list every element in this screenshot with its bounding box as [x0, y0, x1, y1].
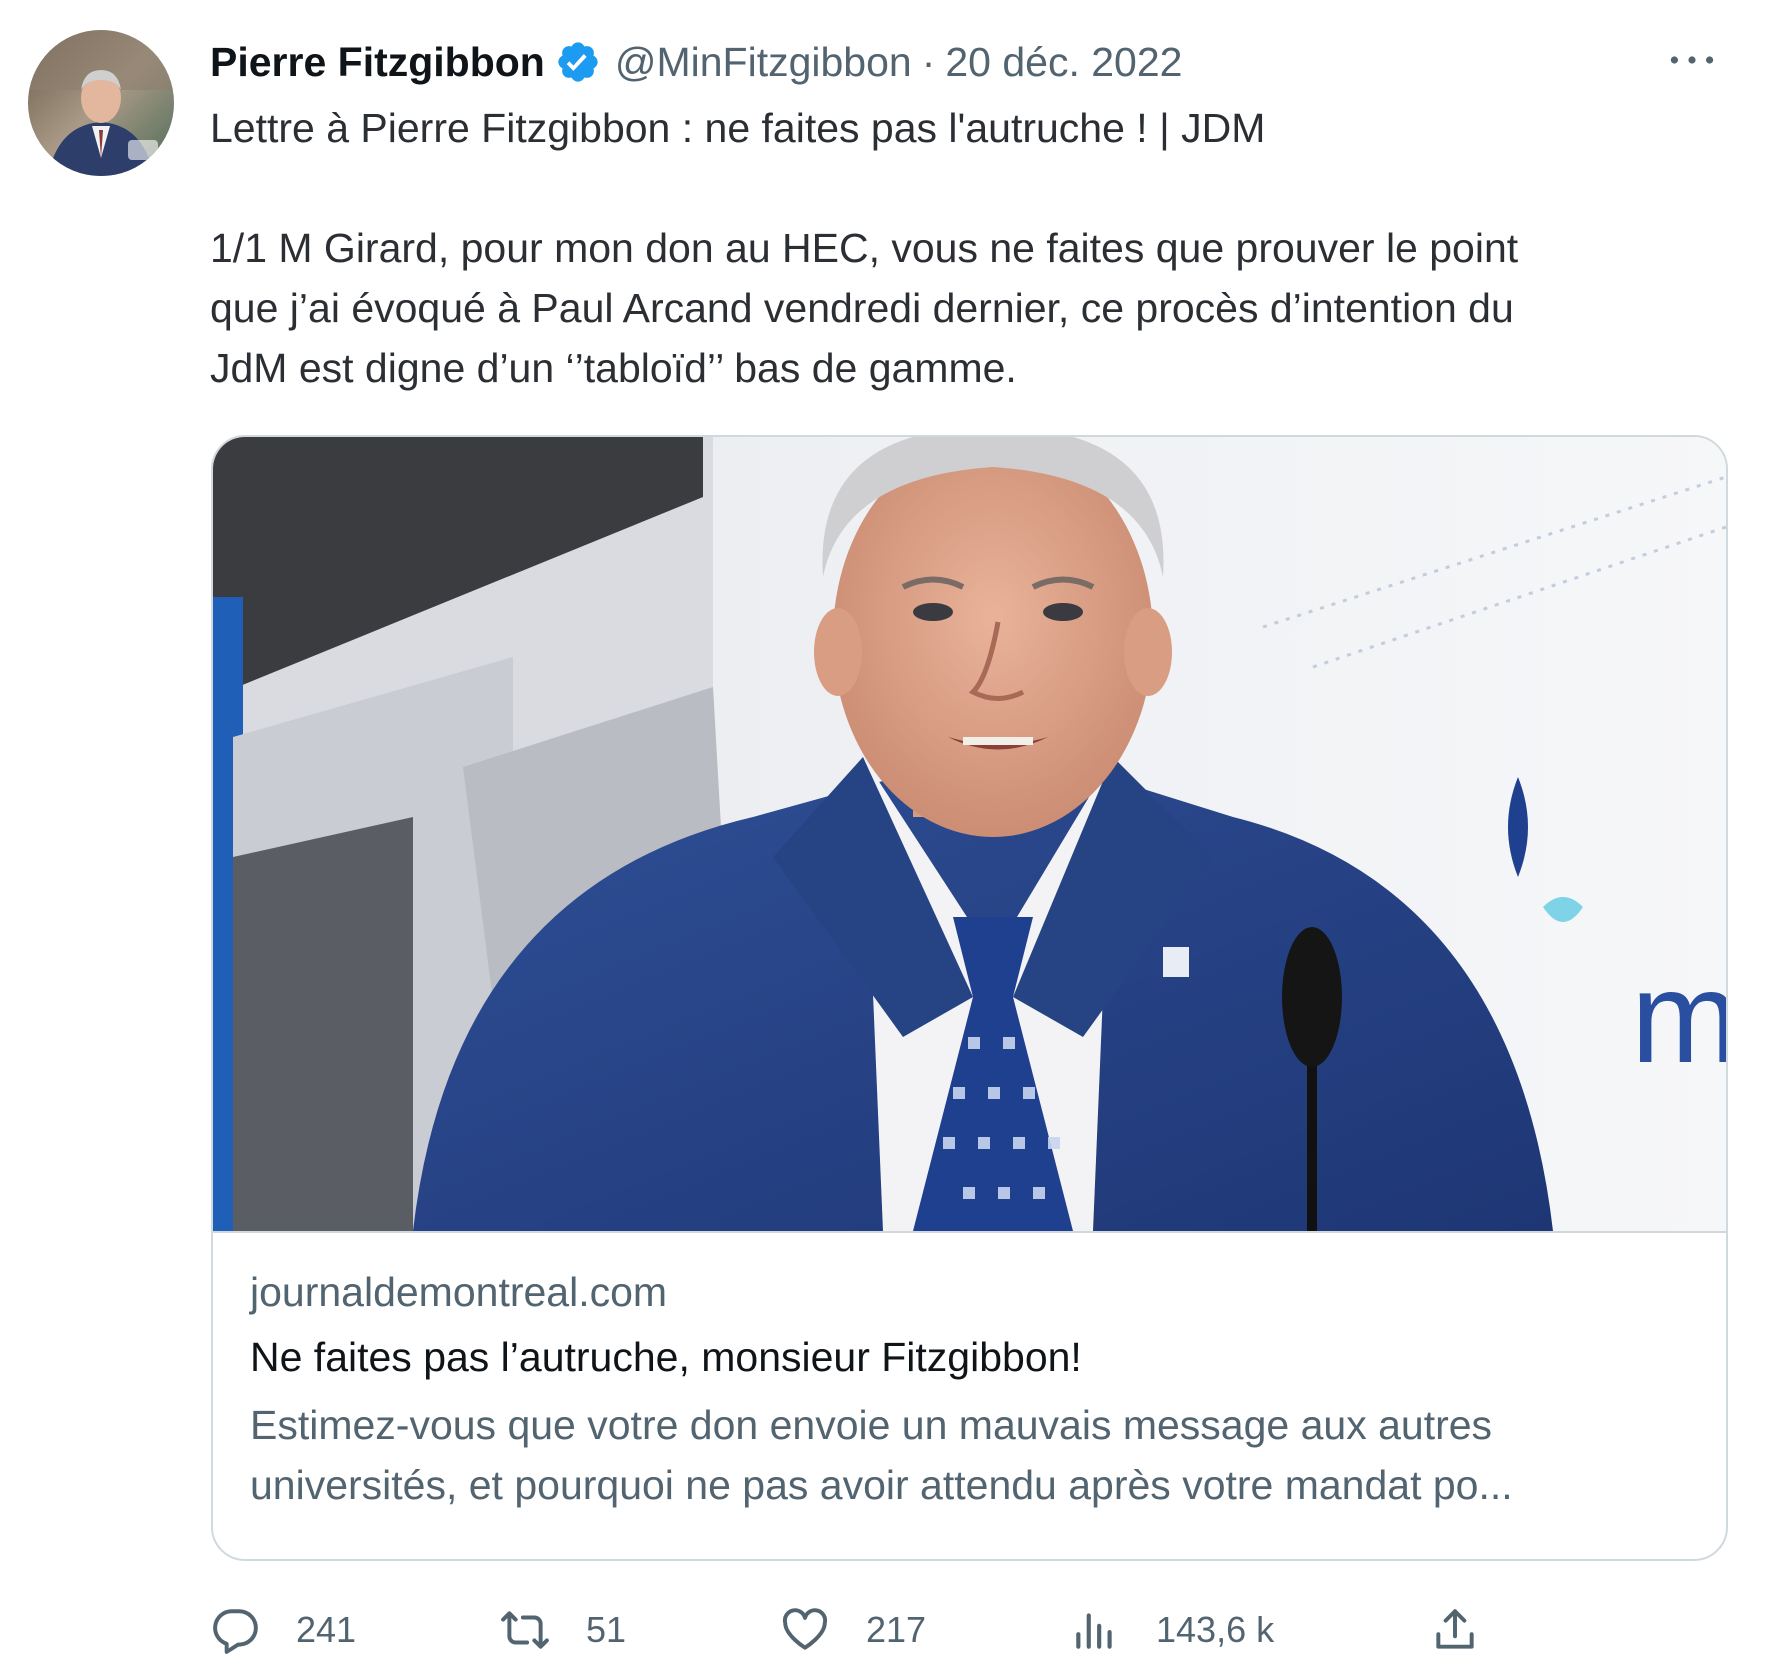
verified-badge-icon — [555, 39, 601, 85]
link-card-description-line: universités, et pourquoi ne pas avoir at… — [250, 1462, 1513, 1508]
heart-icon — [782, 1608, 828, 1650]
retweet-button[interactable]: 51 — [500, 1600, 626, 1660]
views-count: 143,6 k — [1156, 1609, 1275, 1650]
retweet-icon — [501, 1611, 549, 1649]
link-card-domain: journaldemontreal.com — [250, 1269, 668, 1315]
link-card-title: Ne faites pas l’autruche, monsieur Fitzg… — [250, 1334, 1082, 1380]
tweet[interactable]: Pierre Fitzgibbon @MinFitzgibbon · 20 dé… — [0, 0, 1766, 1677]
avatar-image — [28, 30, 174, 176]
link-card-description: Estimez-vous que votre don envoie un mau… — [250, 1395, 1690, 1515]
tweet-actions: 241 51 217 143,6 k — [210, 1600, 1510, 1660]
more-horizontal-icon — [1670, 56, 1714, 64]
partial-logo-text: me — [1631, 944, 1726, 1090]
handle[interactable]: @MinFitzgibbon — [615, 39, 912, 86]
views-button[interactable]: 143,6 k — [1070, 1600, 1274, 1660]
tweet-text-line: Lettre à Pierre Fitzgibbon : ne faites p… — [210, 105, 1266, 151]
share-button[interactable] — [1430, 1600, 1516, 1660]
article-photo: me — [213, 437, 1726, 1231]
header-separator: · — [921, 38, 936, 85]
display-name[interactable]: Pierre Fitzgibbon — [210, 39, 545, 86]
link-card-description-line: Estimez-vous que votre don envoie un mau… — [250, 1402, 1493, 1448]
more-options-button[interactable] — [1662, 30, 1722, 90]
like-button[interactable]: 217 — [780, 1600, 926, 1660]
retweet-count: 51 — [586, 1609, 627, 1650]
tweet-text: Lettre à Pierre Fitzgibbon : ne faites p… — [210, 98, 1700, 398]
reply-button[interactable]: 241 — [210, 1600, 356, 1660]
tweet-header: Pierre Fitzgibbon @MinFitzgibbon · 20 dé… — [210, 30, 1182, 94]
timestamp[interactable]: 20 déc. 2022 — [945, 39, 1182, 86]
avatar[interactable] — [28, 30, 174, 176]
tweet-text-line: 1/1 M Girard, pour mon don au HEC, vous … — [210, 225, 1519, 271]
link-card-image[interactable]: me — [213, 437, 1726, 1233]
link-card[interactable]: me — [211, 435, 1728, 1561]
analytics-icon — [1076, 1613, 1112, 1649]
tweet-text-line: JdM est digne d’un ‘’tabloïd’’ bas de ga… — [210, 345, 1017, 391]
reply-count: 241 — [296, 1609, 357, 1650]
tweet-text-line: que j’ai évoqué à Paul Arcand vendredi d… — [210, 285, 1514, 331]
share-icon — [1436, 1609, 1474, 1649]
reply-icon — [213, 1609, 258, 1654]
like-count: 217 — [866, 1609, 927, 1650]
